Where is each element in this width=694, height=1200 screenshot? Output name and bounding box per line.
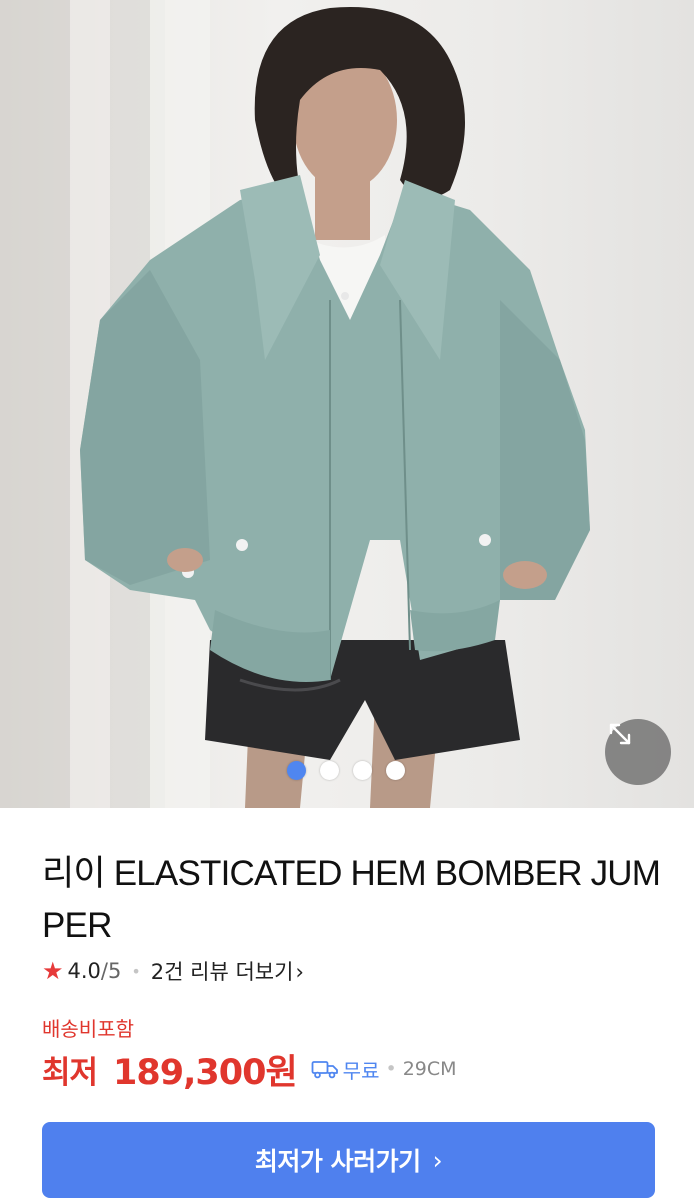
chevron-right-icon: ›	[295, 960, 304, 984]
free-shipping: 무료	[311, 1055, 380, 1084]
buy-lowest-price-button[interactable]: 최저가 사러가기 ›	[42, 1122, 655, 1198]
star-icon: ★	[42, 957, 64, 985]
product-image-gallery[interactable]	[0, 0, 694, 808]
separator-dot: •	[131, 961, 141, 981]
gallery-pagination	[287, 760, 405, 780]
product-title: 리이 ELASTICATED HEM BOMBER JUMPER	[42, 854, 661, 945]
lowest-price-label: 최저	[42, 1054, 98, 1091]
expand-arrows-icon	[609, 723, 631, 745]
price-row: 최저 189,300원 무료 • 29CM	[42, 1046, 457, 1093]
product-photo	[0, 0, 590, 808]
rating-row: ★ 4.0 /5 • 2건 리뷰 더보기›	[42, 955, 304, 987]
expand-image-button[interactable]	[605, 719, 671, 785]
gallery-dot-4[interactable]	[386, 760, 405, 780]
gallery-dot-2[interactable]	[320, 760, 339, 780]
rating-max: /5	[100, 959, 122, 983]
price-value: 189,300원	[113, 1052, 298, 1093]
chevron-right-icon: ›	[432, 1145, 443, 1175]
separator-dot: •	[385, 1058, 397, 1080]
gallery-dot-3[interactable]	[353, 760, 372, 780]
gallery-dot-1[interactable]	[287, 760, 306, 780]
review-link-label: 2건 리뷰 더보기	[150, 960, 294, 984]
truck-icon	[311, 1061, 338, 1079]
store-name-wrap: • 29CM	[385, 1058, 456, 1080]
shipping-label: 무료	[342, 1058, 380, 1083]
store-name: 29CM	[402, 1058, 457, 1080]
shipping-included-note: 배송비포함	[42, 1017, 134, 1041]
review-link[interactable]: 2건 리뷰 더보기›	[151, 956, 304, 986]
rating-value: 4.0	[67, 959, 101, 983]
buy-button-label: 최저가 사러가기	[254, 1147, 421, 1176]
